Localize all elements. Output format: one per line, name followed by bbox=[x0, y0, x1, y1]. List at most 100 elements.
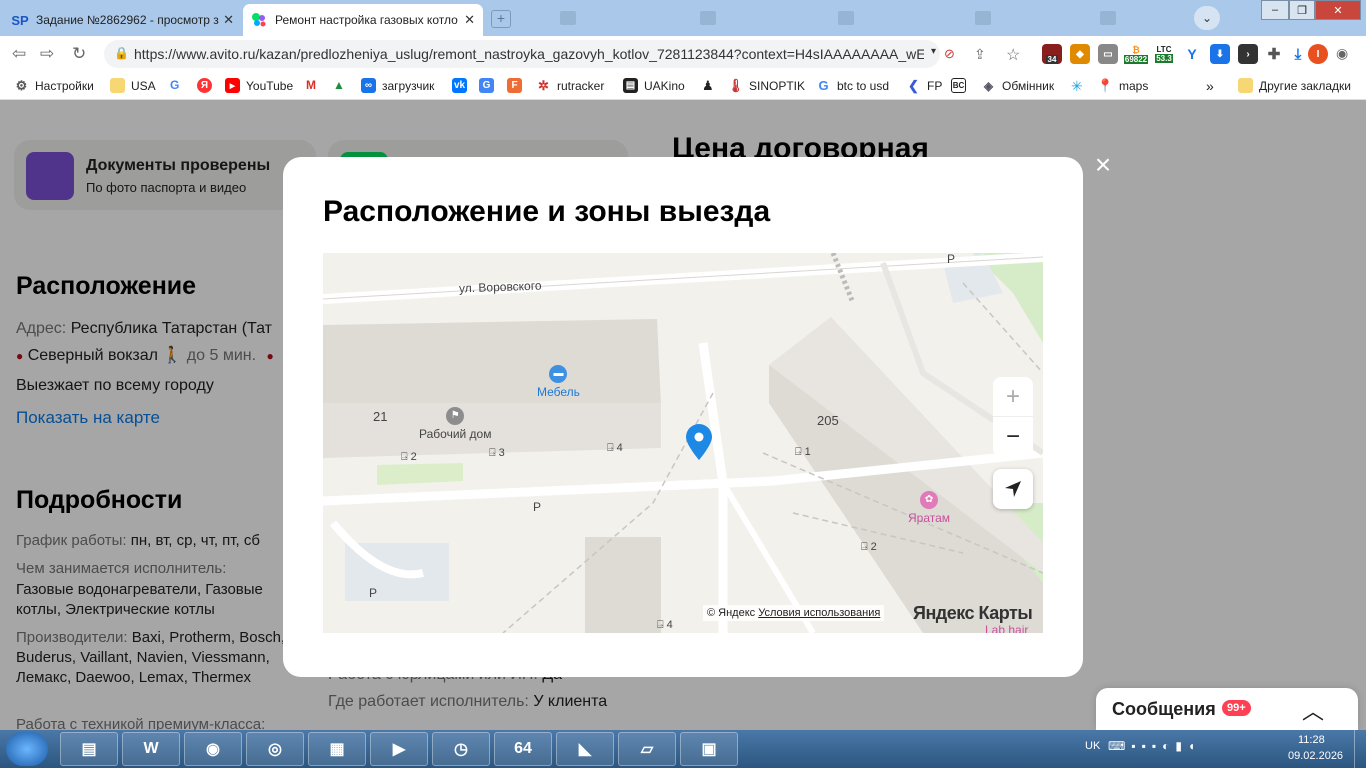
poi-furniture[interactable]: ▬ Мебель bbox=[537, 365, 580, 399]
minimize-button[interactable]: – bbox=[1261, 0, 1289, 20]
tab-search-button[interactable]: ⌄ bbox=[1194, 6, 1220, 30]
aida64-icon[interactable]: 64 bbox=[494, 732, 552, 766]
location-pin-icon[interactable] bbox=[684, 423, 714, 461]
monitor-app-icon[interactable]: ▣ bbox=[680, 732, 738, 766]
downloads-icon[interactable]: ⤓ bbox=[1288, 44, 1308, 64]
bookmark-settings[interactable]: ⚙ Настройки bbox=[14, 78, 94, 93]
shield-extension-icon[interactable]: ◆ bbox=[1070, 44, 1090, 64]
star-icon[interactable]: ☆ bbox=[1006, 45, 1020, 65]
bookmark-youtube[interactable]: ▶ YouTube bbox=[225, 78, 293, 93]
bookmark-label: btc to usd bbox=[837, 78, 890, 93]
inactive-tab-icon[interactable] bbox=[975, 11, 991, 25]
modal-title: Расположение и зоны выезда bbox=[323, 195, 771, 228]
poi-workhouse[interactable]: ⚑ Рабочий дом bbox=[419, 407, 491, 441]
show-desktop-button[interactable] bbox=[1354, 730, 1366, 768]
ltc-label: LTC bbox=[1156, 45, 1172, 54]
media-player-icon[interactable]: ▶ bbox=[370, 732, 428, 766]
y-extension-icon[interactable]: Y bbox=[1182, 44, 1202, 64]
new-tab-button[interactable]: + bbox=[491, 10, 511, 28]
map-attribution: © Яндекс Условия использования bbox=[703, 605, 885, 621]
shield-app-icon[interactable]: W bbox=[122, 732, 180, 766]
puzzle-icon[interactable]: ✚ bbox=[1264, 44, 1284, 64]
poi-label: Яратам bbox=[908, 511, 951, 525]
clock-date[interactable]: 09.02.2026 bbox=[1288, 750, 1343, 762]
yandex-icon[interactable]: Я bbox=[197, 78, 212, 93]
inactive-tab-icon[interactable] bbox=[700, 11, 716, 25]
poi-yaratam[interactable]: ✿ Яратам bbox=[908, 491, 950, 525]
bookmark-label: YouTube bbox=[246, 78, 294, 93]
bc-icon[interactable]: BC bbox=[951, 78, 966, 93]
close-tab-icon[interactable]: ✕ bbox=[223, 12, 234, 28]
block-icon[interactable]: ⊘ bbox=[944, 46, 955, 62]
reload-icon[interactable]: ↻ bbox=[72, 44, 86, 64]
btc-extension-icon[interactable]: ₿ 69822 bbox=[1122, 44, 1150, 64]
inactive-tab-icon[interactable] bbox=[838, 11, 854, 25]
download-extension-icon[interactable]: ⬇ bbox=[1210, 44, 1230, 64]
code-extension-icon[interactable]: › bbox=[1238, 44, 1258, 64]
bookmark-label: UAKino bbox=[644, 78, 685, 93]
network-icon[interactable]: ◎ bbox=[246, 732, 304, 766]
dropdown-icon[interactable]: ▾ bbox=[931, 46, 936, 57]
address-bar[interactable]: 🔒 https://www.avito.ru/kazan/predlozheni… bbox=[104, 40, 940, 68]
translate-icon[interactable]: G bbox=[479, 78, 494, 93]
bookmark-rutracker[interactable]: ✲ rutracker bbox=[536, 78, 604, 93]
bookmark-btc[interactable]: Gbtc to usd bbox=[816, 78, 889, 93]
modal-close-icon[interactable]: × bbox=[1090, 151, 1116, 179]
f-icon[interactable]: F bbox=[507, 78, 522, 93]
messages-panel[interactable]: Сообщения 99+ ︿ bbox=[1096, 688, 1358, 730]
start-button[interactable] bbox=[6, 732, 48, 766]
back-icon[interactable]: ⇦ bbox=[12, 44, 26, 64]
terms-link[interactable]: Условия использования bbox=[758, 607, 880, 619]
clock-time[interactable]: 11:28 bbox=[1298, 734, 1325, 746]
zoom-out-button[interactable]: − bbox=[993, 417, 1033, 457]
gmail-icon[interactable]: M bbox=[306, 78, 316, 92]
vk-icon[interactable]: vk bbox=[452, 78, 467, 93]
explorer-icon[interactable]: ▤ bbox=[60, 732, 118, 766]
poi-labhair[interactable]: Lab hair bbox=[985, 623, 1028, 633]
close-tab-icon[interactable]: ✕ bbox=[464, 12, 475, 28]
uakino-icon: ▤ bbox=[623, 78, 638, 93]
tray-icons[interactable]: ⌨▪▪▪◐▮◖ bbox=[1108, 739, 1201, 753]
chrome-icon[interactable]: ◉ bbox=[184, 732, 242, 766]
share-icon[interactable]: ⇪ bbox=[974, 46, 986, 63]
drive-icon[interactable]: ▲ bbox=[333, 78, 345, 92]
ltc-extension-icon[interactable]: LTC 53.3 bbox=[1152, 44, 1176, 64]
notepad-icon[interactable]: ▱ bbox=[618, 732, 676, 766]
app-icon[interactable]: ▦ bbox=[308, 732, 366, 766]
bookmark-label: Обмінник bbox=[1002, 78, 1055, 93]
folder-icon bbox=[110, 78, 125, 93]
extension-icon[interactable]: 34 bbox=[1042, 44, 1062, 64]
more-bookmarks-icon[interactable]: » bbox=[1206, 78, 1214, 94]
bookmark-sinoptik[interactable]: 🌡 SINOPTIK bbox=[727, 78, 805, 93]
figure-icon[interactable]: ♟ bbox=[702, 78, 714, 94]
menu-icon[interactable]: ◉ bbox=[1336, 45, 1348, 62]
bookmark-fp[interactable]: ❮ FP bbox=[906, 78, 942, 93]
inactive-tab-icon[interactable] bbox=[1100, 11, 1116, 25]
maximize-button[interactable]: ❐ bbox=[1289, 0, 1315, 20]
language-indicator[interactable]: UK bbox=[1085, 740, 1100, 752]
geolocate-button[interactable] bbox=[993, 469, 1033, 509]
bookmark-exchanger[interactable]: ◈ Обмінник bbox=[981, 78, 1054, 93]
other-bookmarks[interactable]: Другие закладки bbox=[1238, 78, 1351, 93]
clock-app-icon[interactable]: ◷ bbox=[432, 732, 490, 766]
bookmark-usa[interactable]: USA bbox=[110, 78, 156, 93]
forward-icon[interactable]: ⇨ bbox=[40, 44, 54, 64]
bookmark-uakino[interactable]: ▤ UAKino bbox=[623, 78, 685, 93]
maps-pin-icon: 📍 bbox=[1097, 77, 1114, 93]
profile-avatar[interactable]: I bbox=[1308, 44, 1328, 64]
tab-avito[interactable]: Ремонт настройка газовых котло ✕ bbox=[243, 4, 483, 36]
chevron-up-icon[interactable]: ︿ bbox=[1302, 694, 1324, 726]
tab-task[interactable]: SP Задание №2862962 - просмотр з ✕ bbox=[4, 4, 242, 36]
inactive-tab-icon[interactable] bbox=[560, 11, 576, 25]
bookmark-downloader[interactable]: ∞ загрузчик bbox=[361, 78, 434, 93]
snowflake-icon[interactable]: ✳ bbox=[1071, 78, 1083, 95]
zoom-in-button[interactable]: + bbox=[993, 377, 1033, 417]
close-window-button[interactable]: ✕ bbox=[1315, 0, 1361, 20]
google-icon[interactable]: G bbox=[170, 78, 179, 92]
messages-label: Сообщения bbox=[1112, 699, 1216, 719]
yandex-map[interactable]: ул. Воровского ▬ Мебель ⚑ Рабочий дом ✿ … bbox=[323, 253, 1043, 633]
yandex-maps-logo[interactable]: Яндекс Карты bbox=[913, 603, 1033, 624]
chart-app-icon[interactable]: ◣ bbox=[556, 732, 614, 766]
bookmark-maps[interactable]: 📍 maps bbox=[1097, 77, 1148, 93]
briefcase-extension-icon[interactable]: ▭ bbox=[1098, 44, 1118, 64]
